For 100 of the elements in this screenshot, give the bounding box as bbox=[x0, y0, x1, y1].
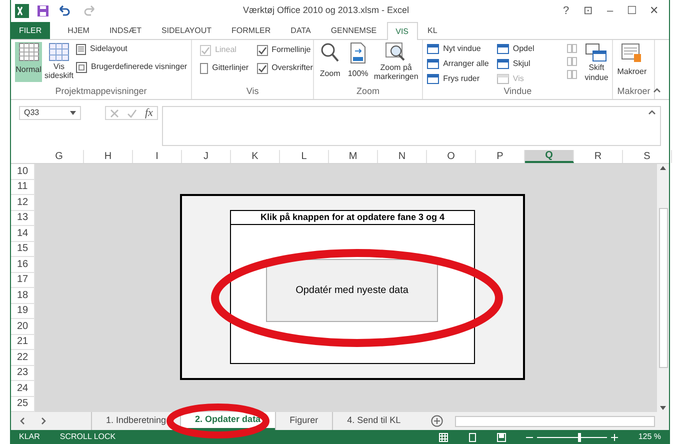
zoom-button[interactable]: Zoom bbox=[318, 42, 342, 80]
window-icon bbox=[496, 59, 509, 69]
window-command[interactable]: Opdel bbox=[496, 43, 559, 55]
window-command[interactable]: Skjul bbox=[496, 58, 559, 70]
checkbox-label: Gitterlinjer bbox=[212, 62, 249, 74]
custom-views-button[interactable]: Brugerdefinerede visninger bbox=[76, 61, 188, 73]
column-header[interactable]: N bbox=[378, 150, 427, 163]
window-command[interactable]: Frys ruder bbox=[427, 73, 489, 85]
checkbox[interactable] bbox=[256, 62, 268, 74]
window-control[interactable]: ☐ bbox=[621, 2, 643, 20]
function-icon[interactable]: fx bbox=[145, 104, 153, 122]
normal-view-button[interactable]: Normal bbox=[15, 42, 42, 82]
ribbon-tab[interactable]: VIS bbox=[386, 22, 418, 40]
group-label: Zoom bbox=[356, 87, 381, 98]
document-icon bbox=[350, 42, 366, 64]
vertical-scrollbar-thumb[interactable] bbox=[658, 208, 668, 368]
side-by-side-icon bbox=[566, 57, 577, 66]
window-control[interactable]: – bbox=[599, 2, 621, 20]
column-header[interactable]: H bbox=[84, 150, 133, 163]
window-icon bbox=[496, 44, 509, 54]
ribbon-tab[interactable]: DATA bbox=[280, 22, 321, 39]
ribbon-tab[interactable]: HJEM bbox=[58, 22, 100, 39]
group-label: Makroer bbox=[617, 87, 650, 98]
zoom-selection-icon bbox=[385, 42, 408, 62]
normal-view-icon bbox=[439, 432, 448, 442]
checkbox[interactable] bbox=[200, 62, 208, 74]
cancel-icon bbox=[110, 108, 119, 118]
update-data-button[interactable]: Opdatér med nyeste data bbox=[266, 259, 438, 322]
formula-input[interactable] bbox=[162, 106, 661, 146]
status-text: SCROLL LOCK bbox=[60, 431, 116, 443]
page-break-icon bbox=[497, 432, 506, 442]
redo-icon bbox=[83, 5, 97, 17]
collapse-ribbon-icon[interactable] bbox=[653, 87, 661, 95]
column-header[interactable]: S bbox=[623, 150, 672, 163]
group-label: Projektmappevisninger bbox=[54, 87, 148, 98]
windows-icon bbox=[585, 43, 608, 63]
window-command[interactable]: Nyt vindue bbox=[427, 43, 489, 55]
switch-window-button[interactable]: Skift vindue bbox=[584, 43, 608, 83]
column-header[interactable]: O bbox=[427, 150, 476, 163]
column-header[interactable]: Q bbox=[525, 150, 574, 163]
window-control[interactable]: ✕ bbox=[643, 2, 665, 20]
page-break-view-button[interactable]: Vis sideskift bbox=[46, 42, 72, 82]
column-header[interactable]: J bbox=[182, 150, 231, 163]
checkbox-label: Lineal bbox=[215, 44, 236, 56]
zoom-in-icon[interactable] bbox=[611, 434, 618, 440]
macro-icon bbox=[620, 43, 643, 63]
panel-title: Klik på knappen for at opdatere fane 3 og 4 bbox=[231, 211, 474, 225]
window-icon bbox=[427, 44, 440, 54]
group-label: Vis bbox=[245, 87, 260, 98]
ribbon-tab[interactable]: SIDELAYOUT bbox=[151, 22, 222, 39]
save-icon bbox=[37, 5, 49, 17]
window-icon bbox=[496, 74, 509, 84]
ribbon-tab[interactable]: INDSÆT bbox=[99, 22, 152, 39]
search-icon bbox=[320, 42, 340, 64]
undo-icon bbox=[57, 5, 71, 17]
scroll-up-icon[interactable] bbox=[660, 166, 666, 170]
checkbox[interactable] bbox=[256, 44, 268, 56]
ribbon-tab[interactable]: FORMLER bbox=[222, 22, 281, 39]
column-header[interactable]: L bbox=[280, 150, 329, 163]
side-by-side-icon bbox=[566, 44, 577, 53]
zoom-to-selection-button[interactable]: Zoom på markeringen bbox=[374, 42, 418, 81]
window-control[interactable]: ? bbox=[555, 2, 577, 20]
ribbon-tab[interactable]: FILER bbox=[11, 22, 50, 39]
name-box[interactable]: Q33 bbox=[19, 106, 81, 120]
column-header[interactable]: G bbox=[35, 150, 84, 163]
column-header[interactable]: R bbox=[574, 150, 623, 163]
page-break-icon bbox=[49, 43, 69, 61]
page-layout-icon bbox=[468, 432, 478, 442]
page-layout-button[interactable]: Sidelayout bbox=[76, 43, 188, 55]
check-icon bbox=[127, 108, 137, 118]
window-title: Værktøj Office 2010 og 2013.xlsm - Excel bbox=[242, 4, 410, 18]
column-header[interactable]: K bbox=[231, 150, 280, 163]
window-icon bbox=[427, 74, 440, 84]
checkbox-label: Overskrifter bbox=[272, 62, 313, 74]
custom-view-icon bbox=[76, 62, 87, 72]
column-header[interactable]: M bbox=[329, 150, 378, 163]
window-icon bbox=[427, 59, 440, 69]
ribbon-tab[interactable]: GENNEMSE bbox=[320, 22, 387, 39]
column-header[interactable]: I bbox=[133, 150, 182, 163]
add-sheet-icon[interactable] bbox=[430, 415, 443, 427]
side-by-side-icon bbox=[566, 70, 577, 79]
checkbox-label: Formellinje bbox=[272, 44, 311, 56]
previous-sheet-icon[interactable] bbox=[19, 417, 27, 425]
status-text: KLAR bbox=[19, 431, 40, 443]
group-label: Vindue bbox=[502, 87, 533, 98]
ribbon-tab[interactable]: KL bbox=[418, 22, 448, 39]
macros-button[interactable]: Makroer bbox=[617, 43, 647, 78]
scroll-down-icon[interactable] bbox=[660, 406, 666, 410]
excel-logo-icon bbox=[15, 4, 29, 18]
zoom-100-button[interactable]: 100% bbox=[346, 42, 370, 80]
dropdown-arrow-icon[interactable] bbox=[70, 111, 76, 115]
horizontal-scrollbar[interactable] bbox=[455, 416, 655, 426]
zoom-level[interactable]: 125 % bbox=[638, 431, 661, 443]
collapse-formula-icon[interactable] bbox=[648, 109, 656, 117]
window-control[interactable]: ⊡ bbox=[577, 2, 599, 20]
zoom-slider-thumb[interactable] bbox=[578, 432, 582, 442]
grid-icon bbox=[18, 43, 38, 61]
page-icon bbox=[76, 44, 86, 54]
next-sheet-icon[interactable] bbox=[39, 417, 47, 425]
window-command[interactable]: Arranger alle bbox=[427, 58, 489, 70]
